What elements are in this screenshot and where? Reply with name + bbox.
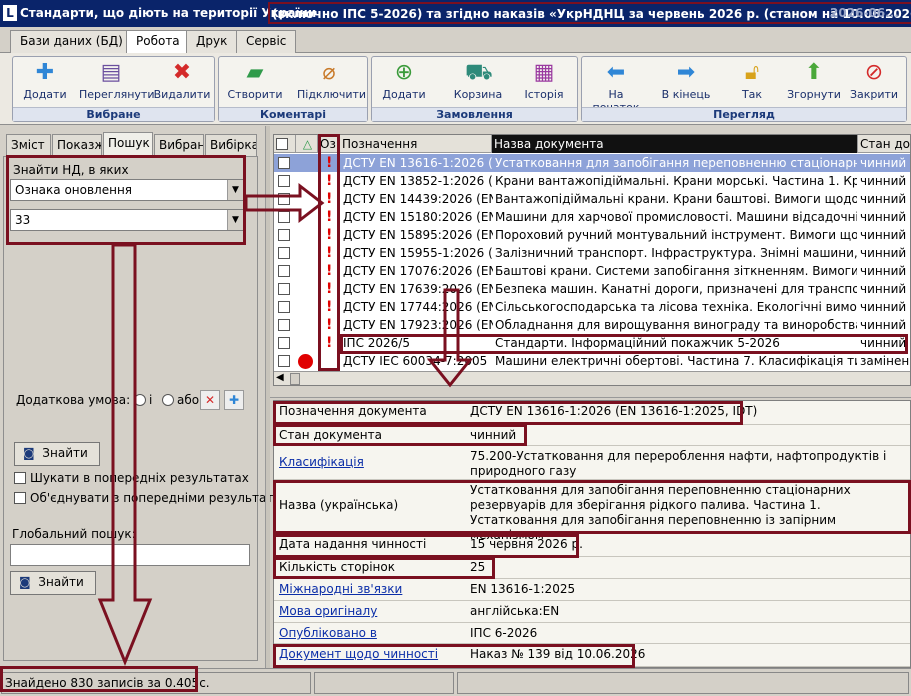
arrow-right-shape <box>244 182 325 224</box>
arrow-down-shape <box>97 243 153 667</box>
arrow-down-shape <box>426 288 474 388</box>
annotation-arrows <box>97 182 474 667</box>
